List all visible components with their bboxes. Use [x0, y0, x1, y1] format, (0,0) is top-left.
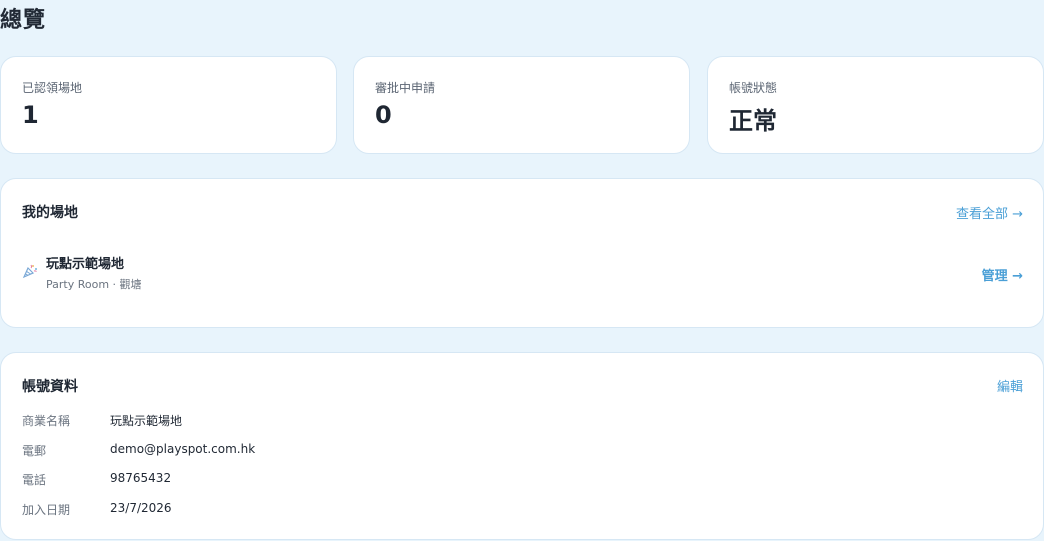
stat-value: 0	[375, 101, 392, 129]
venue-name: 玩點示範場地	[46, 257, 125, 272]
field-value: 98765432	[110, 471, 172, 485]
stat-card-claimed-venues: 已認領場地 1	[0, 56, 337, 154]
field-value: demo@playspot.com.hk	[110, 442, 256, 456]
manage-venue-link[interactable]: 管理 →	[982, 265, 1023, 284]
my-venues-card: 我的場地 查看全部 → 玩點示範場地 Party Room · 觀塘 管理 →	[0, 178, 1044, 328]
edit-profile-link[interactable]: 編輯	[997, 376, 1023, 395]
stat-label: 已認領場地	[22, 81, 83, 95]
stat-value: 正常	[729, 107, 777, 135]
venue-meta: Party Room · 觀塘	[46, 278, 142, 291]
field-label: 加入日期	[22, 503, 71, 517]
stat-label: 帳號狀態	[729, 81, 778, 95]
field-value: 玩點示範場地	[110, 414, 183, 428]
field-label: 電話	[22, 473, 47, 487]
field-value: 23/7/2026	[110, 501, 172, 515]
stat-label: 審批中申請	[375, 81, 436, 95]
section-title: 帳號資料	[22, 379, 78, 395]
party-popper-icon	[22, 264, 37, 279]
field-label: 電郵	[22, 444, 47, 458]
stat-card-account-status: 帳號狀態 正常	[707, 56, 1044, 154]
view-all-link[interactable]: 查看全部 →	[956, 203, 1023, 222]
stat-value: 1	[22, 101, 39, 129]
account-info-card: 帳號資料 編輯 商業名稱 玩點示範場地 電郵 demo@playspot.com…	[0, 352, 1044, 540]
section-title: 我的場地	[22, 205, 78, 221]
stat-card-pending-applications: 審批中申請 0	[353, 56, 690, 154]
venue-list-item[interactable]: 玩點示範場地 Party Room · 觀塘 管理 →	[1, 249, 1043, 297]
page-title: 總覽	[0, 8, 47, 33]
field-label: 商業名稱	[22, 414, 71, 428]
